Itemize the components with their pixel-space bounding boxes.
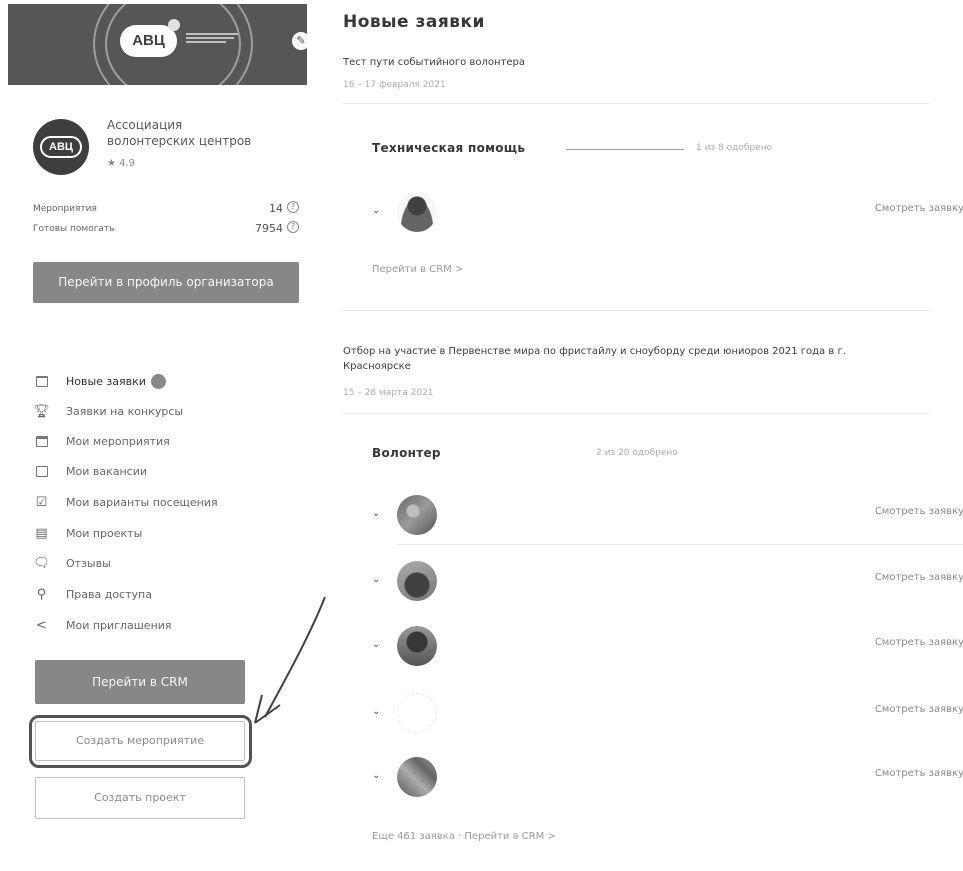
go-to-crm-button[interactable]: Перейти в CRM xyxy=(35,660,245,704)
menu-item-reviews[interactable]: 🗨︎ Отзывы xyxy=(33,554,111,572)
org-name[interactable]: Ассоциация волонтерских центров xyxy=(107,117,277,149)
menu-item-my-events[interactable]: Мои мероприятия xyxy=(34,432,170,450)
chevron-down-icon[interactable]: ⌄ xyxy=(372,574,380,585)
row-divider xyxy=(397,544,963,545)
banner-logo: АВЦ xyxy=(120,25,177,57)
view-application-button[interactable]: Смотреть заявку xyxy=(875,704,963,715)
stat-label: Готовы помогать xyxy=(33,224,115,234)
logo-dot xyxy=(168,19,180,31)
menu-label: Мои варианты посещения xyxy=(66,495,218,509)
menu-label: Мои мероприятия xyxy=(66,434,170,448)
event-title-line2: Красноярске xyxy=(343,361,411,372)
view-application-button[interactable]: Смотреть заявку xyxy=(875,768,963,779)
org-logo-text: АВЦ xyxy=(40,136,82,158)
application-row: ⌄ Смотреть заявку xyxy=(372,622,963,676)
applicant-avatar[interactable] xyxy=(397,757,437,797)
view-application-button[interactable]: Смотреть заявку xyxy=(875,506,963,517)
create-project-button[interactable]: Создать проект xyxy=(35,777,245,819)
menu-item-access-rights[interactable]: ⚲ Права доступа xyxy=(34,585,152,603)
applicant-avatar[interactable] xyxy=(397,192,437,232)
stat-label: Мероприятия xyxy=(33,204,97,214)
chevron-down-icon[interactable]: ⌄ xyxy=(372,205,380,216)
event-title[interactable]: Отбор на участие в Первенстве мира по фр… xyxy=(343,344,846,374)
menu-item-my-visit-options[interactable]: ☑ Мои варианты посещения xyxy=(34,493,218,511)
briefcase-icon xyxy=(34,464,49,479)
menu-item-new-applications[interactable]: Новые заявки xyxy=(34,372,166,390)
comment-icon: 🗨︎ xyxy=(33,555,50,571)
org-avatar: АВЦ xyxy=(33,119,89,175)
menu-label: Новые заявки xyxy=(66,374,146,388)
application-row: ⌄ Смотреть заявку xyxy=(372,491,963,545)
group-approved-count: 2 из 20 одобрено xyxy=(596,448,678,458)
menu-label: Права доступа xyxy=(66,587,152,601)
menu-item-my-vacancies[interactable]: Мои вакансии xyxy=(34,462,147,480)
go-to-organizer-profile-button[interactable]: Перейти в профиль организатора xyxy=(33,262,299,303)
chevron-down-icon[interactable]: ⌄ xyxy=(372,706,380,717)
divider xyxy=(343,413,929,414)
menu-item-my-projects[interactable]: ▤ Мои проекты xyxy=(34,524,142,542)
menu-label: Мои приглашения xyxy=(66,618,172,632)
help-icon[interactable]: ? xyxy=(287,201,299,213)
menu-label: Мои вакансии xyxy=(66,464,148,478)
group-progress-line xyxy=(566,149,684,150)
divider xyxy=(343,310,929,311)
application-row: ⌄ Смотреть заявку xyxy=(372,689,963,743)
go-to-crm-link[interactable]: Перейти в CRM > xyxy=(372,264,463,275)
chevron-down-icon[interactable]: ⌄ xyxy=(372,508,380,519)
calendar-icon xyxy=(34,434,49,449)
chevron-down-icon[interactable]: ⌄ xyxy=(372,770,380,781)
organizer-banner: АВЦ ✎ xyxy=(8,4,307,85)
menu-item-my-invitations[interactable]: < Мои приглашения xyxy=(34,616,172,634)
stat-value: 14 xyxy=(269,202,283,215)
chevron-down-icon[interactable]: ⌄ xyxy=(372,639,380,650)
banner-tagline-graphic xyxy=(186,31,242,45)
group-title: Волонтер xyxy=(372,446,441,460)
applicant-avatar[interactable] xyxy=(397,495,437,535)
edit-banner-icon[interactable]: ✎ xyxy=(292,32,307,50)
applicant-avatar[interactable] xyxy=(397,693,437,733)
event-date: 15 – 28 марта 2021 xyxy=(343,388,434,398)
menu-label: Мои проекты xyxy=(66,526,143,540)
application-row: ⌄ Смотреть заявку xyxy=(372,557,963,611)
menu-label: Отзывы xyxy=(66,556,111,570)
org-name-line2: волонтерских центров xyxy=(107,134,252,148)
key-icon: ⚲ xyxy=(36,586,47,602)
divider xyxy=(343,103,929,104)
group-title: Техническая помощь xyxy=(372,141,526,155)
stat-volunteers: Готовы помогать 7954 ? xyxy=(33,221,299,235)
help-icon[interactable]: ? xyxy=(287,221,299,233)
checkbox-icon: ☑ xyxy=(35,494,48,510)
stat-events: Мероприятия 14 ? xyxy=(33,201,299,215)
folder-icon xyxy=(34,374,49,389)
view-application-button[interactable]: Смотреть заявку xyxy=(875,637,963,648)
stat-value: 7954 xyxy=(255,222,283,235)
share-icon: < xyxy=(36,617,47,633)
event-title-line1: Отбор на участие в Первенстве мира по фр… xyxy=(343,346,846,357)
annotation-highlight xyxy=(29,715,252,768)
event-date: 16 – 17 февраля 2021 xyxy=(343,80,446,90)
page-title: Новые заявки xyxy=(343,12,485,32)
trophy-icon: 🏆︎ xyxy=(33,403,50,419)
group-approved-count: 1 из 8 одобрено xyxy=(696,143,773,153)
application-row: ⌄ Смотреть заявку xyxy=(372,753,963,807)
annotation-arrow xyxy=(254,596,326,724)
new-count-badge xyxy=(150,373,166,389)
applicant-avatar[interactable] xyxy=(397,561,437,601)
menu-item-contest-applications[interactable]: 🏆︎ Заявки на конкурсы xyxy=(33,402,184,420)
menu-label: Заявки на конкурсы xyxy=(66,404,184,418)
application-row: ⌄ Смотреть заявку xyxy=(372,188,963,242)
document-icon: ▤ xyxy=(35,525,48,541)
view-application-button[interactable]: Смотреть заявку xyxy=(875,203,963,214)
event-title[interactable]: Тест пути событийного волонтера xyxy=(343,55,525,70)
view-application-button[interactable]: Смотреть заявку xyxy=(875,572,963,583)
applicant-avatar[interactable] xyxy=(397,626,437,666)
org-rating: ★ 4.9 xyxy=(107,158,136,169)
more-applications-link[interactable]: Еще 461 заявка · Перейти в CRM > xyxy=(372,831,556,842)
org-name-line1: Ассоциация xyxy=(107,118,183,132)
